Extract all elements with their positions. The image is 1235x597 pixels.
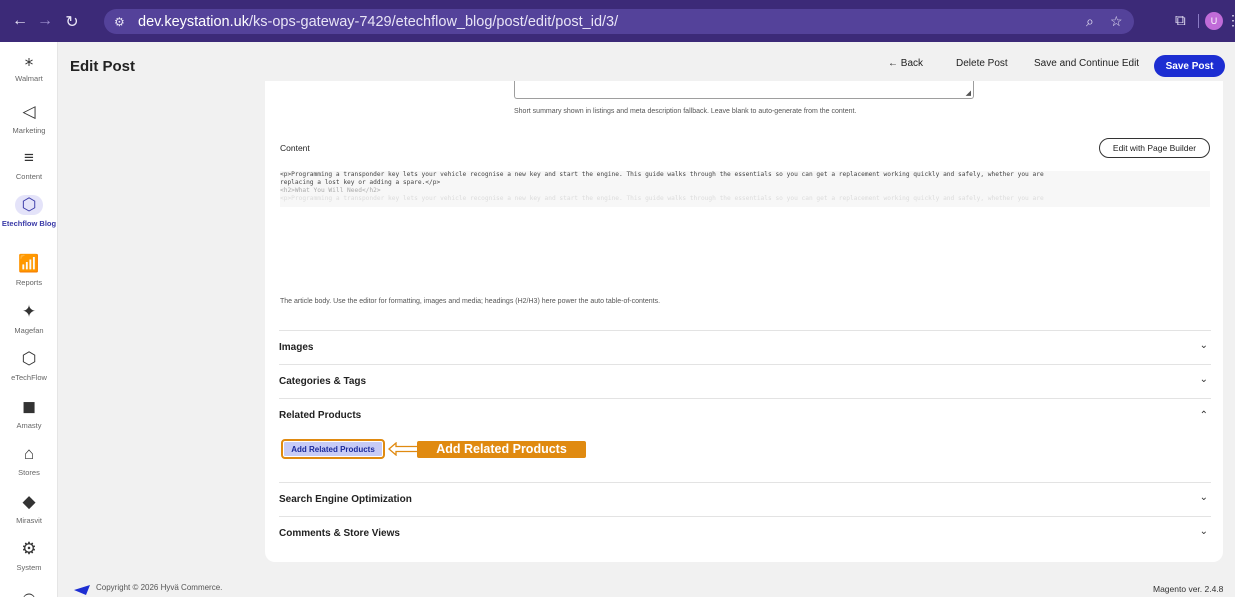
megaphone-icon: ◁ [22,102,36,121]
sidebar-item-walmart[interactable]: ⁎ Walmart [0,50,58,83]
sidebar-item-label: eTechFlow [11,373,47,382]
sidebar-item-label: Marketing [12,126,46,135]
delete-post-button[interactable]: Delete Post [956,58,1008,69]
sidebar-item-label: Magefan [14,326,44,335]
reload-icon[interactable]: ↻ [60,12,84,32]
sidebar-item-magefan[interactable]: ✦ Magefan [0,302,58,335]
footer-version: Magento ver. 2.4.8 [1153,584,1224,594]
chevron-down-icon: ⌄ [1199,526,1208,537]
address-bar[interactable]: ⚙ dev.keystation.uk/ks-ops-gateway-7429/… [104,9,1134,34]
chevron-down-icon: ⌄ [1199,374,1208,385]
chevron-up-icon: ⌃ [1199,410,1208,421]
sidebar-item-mirasvit[interactable]: ◆ Mirasvit [0,492,58,525]
sidebar-item-label: Etechflow Blog [1,219,57,228]
sidebar-item-reports[interactable]: 📶 Reports [0,254,58,287]
sidebar-item-etechflow[interactable]: ⬡ eTechFlow [0,349,58,382]
section-title: Comments & Store Views [279,528,400,539]
add-related-products-button[interactable]: Add Related Products [281,439,385,459]
code-line: <p>Programming a transponder key lets yo… [280,195,1044,202]
content-icon: ≡ [24,148,34,167]
excerpt-hint: Short summary shown in listings and meta… [514,108,857,115]
excerpt-textarea[interactable]: ◢ [514,81,974,99]
sidebar-item-label: System [16,563,42,572]
gear-icon: ⚙ [21,539,37,558]
bar-chart-icon: 📶 [18,254,40,273]
section-title: Categories & Tags [279,376,367,387]
section-seo[interactable]: Search Engine Optimization ⌄ [279,482,1211,516]
sidebar-item-label: Amasty [16,421,42,430]
sidebar-item-marketing[interactable]: ◁ Marketing [0,102,58,135]
chevron-down-icon: ⌄ [1199,340,1208,351]
diamond-icon: ◆ [22,492,36,511]
section-comments-store-views[interactable]: Comments & Store Views ⌄ [279,516,1211,550]
sidebar-item-label: Mirasvit [16,516,42,525]
edit-with-page-builder-button[interactable]: Edit with Page Builder [1099,138,1210,158]
section-images[interactable]: Images ⌄ [279,330,1211,364]
sidebar-item-label: Reports [15,278,43,287]
section-title: Related Products [279,410,362,421]
section-related-products[interactable]: Related Products ⌃ [279,398,1211,482]
sidebar-item-etechflow-blog[interactable]: ⬡ Etechflow Blog [0,195,58,228]
section-categories-tags[interactable]: Categories & Tags ⌄ [279,364,1211,398]
sidebar-item-amasty[interactable]: ◼ Amasty [0,397,58,430]
save-post-button[interactable]: Save Post [1154,55,1225,77]
cube-icon: ⬡ [15,195,43,215]
browser-toolbar: ← → ↻ ⚙ dev.keystation.uk/ks-ops-gateway… [0,0,1235,42]
chevron-down-icon: ⌄ [1199,492,1208,503]
zoom-icon[interactable]: ⌕ [1086,13,1094,30]
store-icon: ⌂ [23,444,35,463]
content-hint: The article body. Use the editor for for… [280,298,661,305]
annotation-callout: Add Related Products [417,441,586,458]
sidebar-item-label: Content [15,172,43,181]
sidebar-item-content[interactable]: ≡ Content [0,148,58,181]
url-text[interactable]: dev.keystation.uk/ks-ops-gateway-7429/et… [138,14,618,30]
toolbar-divider [1198,14,1199,28]
more-icon: ⌓ [22,585,36,597]
page-title: Edit Post [70,58,136,75]
resize-handle-icon[interactable]: ◢ [966,89,971,97]
code-line: <h2>What You Will Need</h2> [280,187,381,194]
sidebar-item-system[interactable]: ⚙ System [0,539,58,572]
admin-sidebar: ⁎ Walmart ◁ Marketing ≡ Content ⬡ Etechf… [0,42,58,597]
save-and-continue-button[interactable]: Save and Continue Edit [1034,58,1139,69]
hyva-logo-icon [74,585,90,595]
post-form-card: ◢ Short summary shown in listings and me… [265,81,1223,562]
extensions-icon[interactable]: ⧉ [1175,12,1186,29]
back-button[interactable]: ← Back [888,58,923,69]
magefan-icon: ✦ [21,302,37,321]
cube-icon: ⬡ [21,349,37,368]
content-label: Content [280,143,310,153]
sidebar-item-label: Walmart [15,74,43,83]
content-editor[interactable]: <p>Programming a transponder key lets yo… [280,171,1210,207]
profile-avatar[interactable]: U [1205,12,1223,30]
sidebar-item-stores[interactable]: ⌂ Stores [0,444,58,477]
section-title: Search Engine Optimization [279,494,412,505]
callout-arrow-icon [388,442,418,456]
amasty-icon: ◼ [21,397,37,416]
code-line: <p>Programming a transponder key lets yo… [280,171,1044,178]
section-title: Images [279,342,314,353]
walmart-spark-icon: ⁎ [24,50,34,69]
forward-arrow-icon[interactable]: → [33,12,57,30]
site-settings-icon[interactable]: ⚙ [114,15,130,29]
bookmark-star-icon[interactable]: ☆ [1110,13,1123,30]
code-line: replacing a lost key or adding a spare.<… [280,179,441,186]
sidebar-item-more[interactable]: ⌓ [0,585,58,597]
sidebar-item-label: Stores [18,468,40,477]
back-arrow-icon[interactable]: ← [8,12,32,30]
browser-menu-icon[interactable]: ⋮ [1226,12,1235,29]
footer-copyright: Copyright © 2026 Hyvä Commerce. [96,583,223,592]
